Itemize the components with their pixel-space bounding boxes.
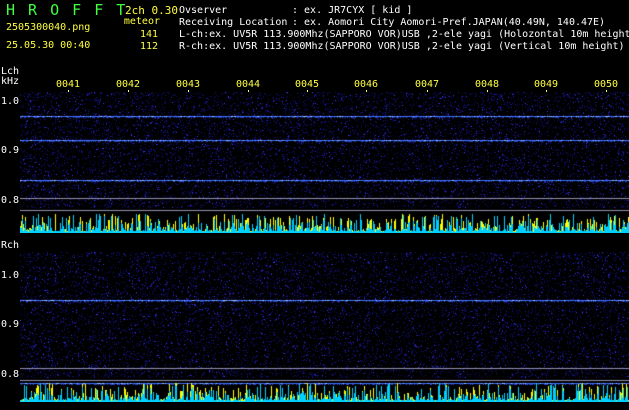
time-tick: 0046 <box>354 79 379 90</box>
rch-label: Rch <box>1 240 20 251</box>
rch-ytick-0.9: 0.9 <box>1 319 20 330</box>
rch-spectrogram <box>20 252 629 402</box>
capture-datetime: 25.05.30 00:40 <box>6 40 91 51</box>
lch-unit: kHz <box>1 76 20 87</box>
time-tick: 0042 <box>116 79 141 90</box>
meteor-label: meteor <box>123 16 160 27</box>
lch-ytick-0.8: 0.8 <box>1 195 20 206</box>
observer-value: : ex. JR7CYX [ kid ] <box>292 5 413 16</box>
time-tick: 0044 <box>236 79 261 90</box>
time-tick: 0050 <box>594 79 619 90</box>
rch-ytick-0.8: 0.8 <box>1 369 20 380</box>
app-brand: H R O F F T <box>6 1 128 19</box>
time-tick: 0048 <box>475 79 500 90</box>
rch-meteor-count: 112 <box>139 41 158 52</box>
rch-ytick-1.0: 1.0 <box>1 270 20 281</box>
location-label: Receiving Location <box>179 17 288 28</box>
lch-receiver-info: L-ch:ex. UV5R 113.900Mhz(SAPPORO VOR)USB… <box>179 29 629 40</box>
rch-receiver-info: R-ch:ex. UV5R 113.900Mhz(SAPPORO VOR)USB… <box>179 41 625 52</box>
lch-spectrogram <box>20 92 629 233</box>
observer-label: Ovserver <box>179 5 228 16</box>
lch-meteor-count: 141 <box>139 29 158 40</box>
image-filename: 2505300040.png <box>6 22 91 33</box>
time-tick: 0049 <box>534 79 559 90</box>
location-value: : ex. Aomori City Aomori-Pref.JAPAN(40.4… <box>292 17 606 28</box>
lch-ytick-1.0: 1.0 <box>1 96 20 107</box>
time-tick: 0047 <box>415 79 440 90</box>
app-version: 2ch 0.30 <box>125 4 178 17</box>
time-tick: 0045 <box>295 79 320 90</box>
time-tick: 0041 <box>56 79 81 90</box>
time-tick: 0043 <box>176 79 201 90</box>
lch-ytick-0.9: 0.9 <box>1 145 20 156</box>
